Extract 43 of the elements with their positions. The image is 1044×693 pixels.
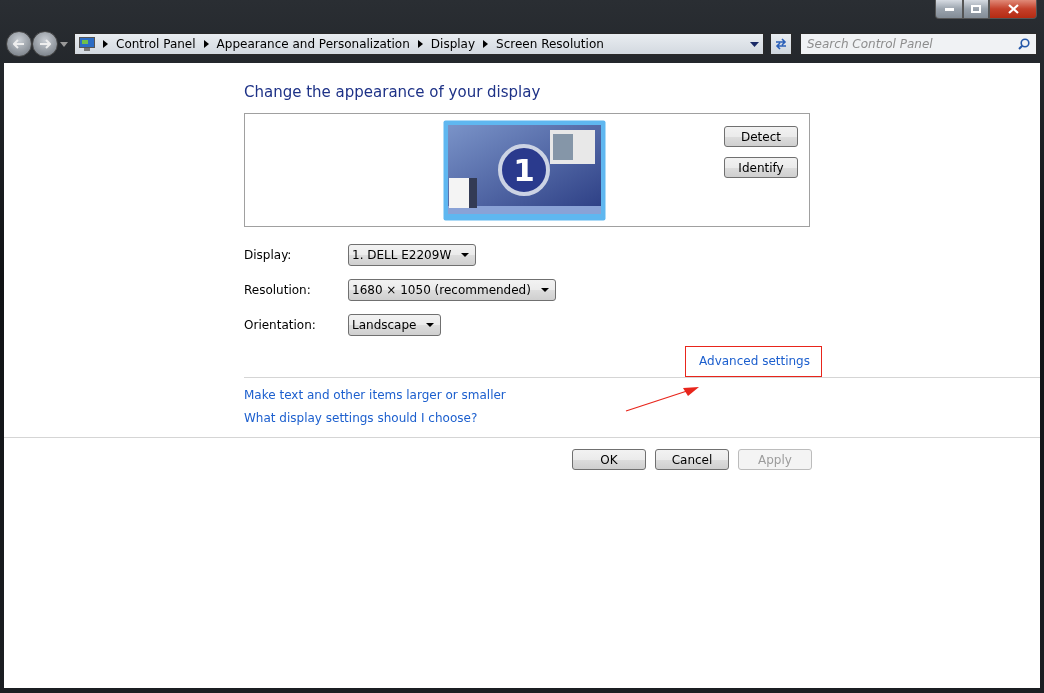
dropdown-caret-icon	[540, 288, 549, 292]
back-arrow-icon	[13, 39, 25, 49]
search-icon	[1018, 38, 1030, 50]
forward-button[interactable]	[32, 31, 58, 57]
advanced-settings-link[interactable]: Advanced settings	[685, 346, 822, 377]
minimize-button[interactable]	[935, 0, 963, 19]
dropdown-caret-icon[interactable]	[60, 41, 68, 47]
breadcrumb-item[interactable]: Screen Resolution	[496, 37, 604, 51]
help-link[interactable]: What display settings should I choose?	[244, 411, 1040, 425]
panel-button[interactable]: Detect	[724, 126, 798, 147]
dropdown-select[interactable]: Landscape	[348, 314, 442, 336]
maximize-icon	[971, 5, 981, 13]
dropdown-caret-icon	[461, 253, 470, 257]
refresh-arrows-icon	[774, 38, 788, 50]
monitor-drawing[interactable]: 1	[443, 120, 606, 221]
control-panel-icon	[79, 37, 95, 51]
dropdown-caret-icon[interactable]	[750, 41, 759, 47]
dropdown-select[interactable]: 1680 × 1050 (recommended)	[348, 279, 556, 301]
breadcrumb-item[interactable]: Control Panel	[116, 37, 196, 51]
breadcrumb-arrow-icon[interactable]	[483, 40, 489, 48]
close-icon	[1007, 4, 1019, 14]
breadcrumb-item[interactable]: Display	[430, 37, 476, 51]
close-button[interactable]	[989, 0, 1037, 19]
breadcrumb-item[interactable]: Appearance and Personalization	[216, 37, 410, 51]
field-label: Resolution:	[244, 283, 312, 297]
breadcrumb-arrow-icon[interactable]	[203, 40, 209, 48]
field-label: Display:	[244, 248, 293, 262]
back-button[interactable]	[6, 31, 32, 57]
forward-arrow-icon	[39, 39, 51, 49]
address-bar[interactable]: Control Panel Appearance and Personalization Display Screen Resolution	[74, 33, 764, 55]
dialog-button[interactable]: OK	[572, 449, 646, 470]
maximize-button[interactable]	[963, 0, 989, 19]
page-heading: Change the appearance of your display	[244, 83, 542, 103]
field-label: Orientation:	[244, 318, 317, 332]
breadcrumb-arrow-icon[interactable]	[417, 40, 423, 48]
panel-button[interactable]: Identify	[724, 157, 798, 178]
minimize-icon	[944, 7, 954, 11]
dropdown-select[interactable]: 1. DELL E2209W	[348, 244, 477, 266]
help-link[interactable]: Make text and other items larger or smaller	[244, 388, 1040, 402]
dialog-button[interactable]: Cancel	[655, 449, 729, 470]
refresh-button[interactable]	[770, 33, 792, 55]
dropdown-caret-icon	[426, 323, 435, 327]
breadcrumb-arrow-icon[interactable]	[103, 40, 108, 48]
